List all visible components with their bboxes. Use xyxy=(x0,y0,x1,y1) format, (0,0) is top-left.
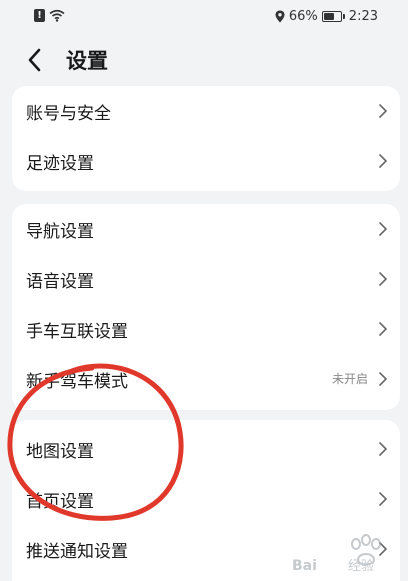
row-label: 手车互联设置 xyxy=(26,322,128,342)
row-label: 新手驾车模式 xyxy=(26,372,128,392)
row-label: 导航设置 xyxy=(26,222,94,242)
header: 设置 xyxy=(0,40,408,80)
row-phone-car-link-settings[interactable]: 手车互联设置 xyxy=(12,304,400,354)
back-arrow-icon xyxy=(28,48,41,72)
chevron-right-icon xyxy=(379,154,387,168)
baidu-jingyan-watermark: Bai 经验 xyxy=(292,534,381,574)
row-label: 地图设置 xyxy=(26,442,94,462)
row-status-value: 未开启 xyxy=(331,372,368,386)
battery-icon xyxy=(321,11,345,22)
chevron-right-icon xyxy=(379,104,387,118)
status-bar-left: ! xyxy=(34,9,65,22)
row-map-settings[interactable]: 地图设置 xyxy=(12,424,400,474)
alert-icon: ! xyxy=(34,9,45,22)
status-bar: ! 66% 2:23 xyxy=(0,0,408,34)
row-label: 首页设置 xyxy=(26,492,94,512)
settings-group-account: 账号与安全 足迹设置 xyxy=(12,86,400,191)
row-footprint-settings[interactable]: 足迹设置 xyxy=(12,136,400,186)
chevron-right-icon xyxy=(379,492,387,506)
svg-text:经验: 经验 xyxy=(348,558,374,574)
row-label: 语音设置 xyxy=(26,272,94,292)
location-icon xyxy=(275,10,285,23)
row-label: 推送通知设置 xyxy=(26,542,128,562)
status-bar-right: 66% 2:23 xyxy=(275,9,378,24)
chevron-right-icon xyxy=(379,272,387,286)
svg-text:Bai: Bai xyxy=(292,558,317,574)
row-label: 足迹设置 xyxy=(26,154,94,174)
row-navigation-settings[interactable]: 导航设置 xyxy=(12,204,400,254)
back-button[interactable] xyxy=(22,44,50,76)
clock: 2:23 xyxy=(348,9,378,24)
chevron-right-icon xyxy=(379,442,387,456)
battery-percent: 66% xyxy=(288,9,318,24)
row-account-security[interactable]: 账号与安全 xyxy=(12,86,400,136)
row-novice-driving-mode[interactable]: 新手驾车模式 未开启 xyxy=(12,354,400,404)
wifi-icon xyxy=(49,9,65,22)
chevron-right-icon xyxy=(379,372,387,386)
chevron-right-icon xyxy=(379,222,387,236)
row-label: 账号与安全 xyxy=(26,104,111,124)
chevron-right-icon xyxy=(379,322,387,336)
settings-group-driving: 导航设置 语音设置 手车互联设置 新手驾车模式 未开启 xyxy=(12,204,400,410)
row-voice-settings[interactable]: 语音设置 xyxy=(12,254,400,304)
page-title: 设置 xyxy=(66,49,108,73)
row-homepage-settings[interactable]: 首页设置 xyxy=(12,474,400,524)
